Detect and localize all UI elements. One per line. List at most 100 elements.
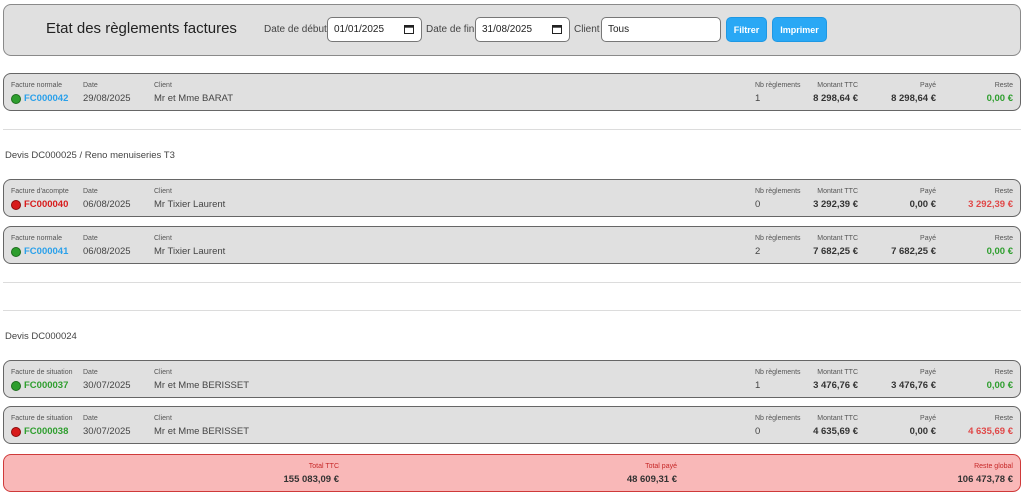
invoice-nb: 2 [755, 246, 761, 257]
invoice-number-link[interactable]: FC000038 [24, 426, 68, 437]
date-caption: Date [83, 415, 98, 422]
status-dot-unpaid [11, 200, 21, 210]
paid-caption: Payé [920, 415, 936, 422]
client-caption: Client [154, 415, 172, 422]
group-heading: Devis DC000024 [5, 331, 77, 342]
nb-caption: Nb règlements [755, 235, 801, 242]
status-dot-unpaid [11, 427, 21, 437]
invoice-type: Facture de situation [11, 369, 73, 376]
divider [3, 282, 1021, 283]
print-button[interactable]: Imprimer [772, 17, 827, 42]
calendar-icon[interactable] [552, 24, 562, 34]
invoice-date: 30/07/2025 [83, 426, 131, 437]
nb-caption: Nb règlements [755, 415, 801, 422]
invoice-number-link[interactable]: FC000041 [24, 246, 68, 257]
invoice-nb: 0 [755, 426, 761, 437]
total-ttc-caption: Total TTC [308, 463, 339, 470]
rest-caption: Reste [994, 369, 1013, 376]
total-paid-caption: Total payé [645, 463, 677, 470]
client-caption: Client [154, 235, 172, 242]
invoice-nb: 1 [755, 93, 761, 104]
client-caption: Client [154, 369, 172, 376]
nb-caption: Nb règlements [755, 82, 801, 89]
end-date-value: 31/08/2025 [482, 24, 533, 35]
rest-caption: Reste [994, 235, 1013, 242]
invoice-ttc: 8 298,64 € [813, 93, 858, 104]
total-rest-value: 106 473,78 € [957, 474, 1013, 485]
invoice-client: Mr et Mme BARAT [154, 93, 233, 104]
ttc-caption: Montant TTC [817, 82, 858, 89]
totals-bar: Total TTC 155 083,09 € Total payé 48 609… [3, 454, 1021, 492]
invoice-date: 06/08/2025 [83, 199, 131, 210]
total-ttc-value: 155 083,09 € [283, 474, 339, 485]
invoice-card[interactable]: Facture d'acompte FC000040 Date 06/08/20… [3, 179, 1021, 217]
invoice-number-link[interactable]: FC000040 [24, 199, 68, 210]
invoice-date: 30/07/2025 [83, 380, 131, 391]
paid-caption: Payé [920, 82, 936, 89]
status-dot-paid [11, 94, 21, 104]
group-heading: Devis DC000025 / Reno menuiseries T3 [5, 150, 175, 161]
divider [3, 310, 1021, 311]
nb-caption: Nb règlements [755, 369, 801, 376]
page-title: Etat des règlements factures [46, 20, 237, 37]
paid-caption: Payé [920, 369, 936, 376]
rest-caption: Reste [994, 188, 1013, 195]
client-caption: Client [154, 82, 172, 89]
divider [3, 129, 1021, 130]
date-caption: Date [83, 82, 98, 89]
invoice-card[interactable]: Facture de situation FC000038 Date 30/07… [3, 406, 1021, 444]
invoice-rest: 4 635,69 € [968, 426, 1013, 437]
ttc-caption: Montant TTC [817, 415, 858, 422]
invoice-paid: 8 298,64 € [891, 93, 936, 104]
end-date-label: Date de fin [426, 24, 475, 35]
date-caption: Date [83, 235, 98, 242]
invoice-card[interactable]: Facture normale FC000041 Date 06/08/2025… [3, 226, 1021, 264]
total-paid-value: 48 609,31 € [626, 474, 677, 485]
invoice-rest: 0,00 € [986, 93, 1013, 104]
ttc-caption: Montant TTC [817, 235, 858, 242]
filter-button[interactable]: Filtrer [726, 17, 767, 42]
rest-caption: Reste [994, 415, 1013, 422]
rest-caption: Reste [994, 82, 1013, 89]
ttc-caption: Montant TTC [817, 369, 858, 376]
total-rest-caption: Reste global [974, 463, 1013, 470]
start-date-value: 01/01/2025 [334, 24, 385, 35]
invoice-date: 29/08/2025 [83, 93, 131, 104]
date-caption: Date [83, 369, 98, 376]
invoice-ttc: 7 682,25 € [813, 246, 858, 257]
invoice-rest: 3 292,39 € [968, 199, 1013, 210]
invoice-paid: 0,00 € [909, 426, 936, 437]
invoice-ttc: 3 292,39 € [813, 199, 858, 210]
invoice-card[interactable]: Facture de situation FC000037 Date 30/07… [3, 360, 1021, 398]
status-dot-paid [11, 247, 21, 257]
status-dot-paid [11, 381, 21, 391]
ttc-caption: Montant TTC [817, 188, 858, 195]
start-date-field[interactable]: 01/01/2025 [327, 17, 422, 42]
client-input[interactable]: Tous [601, 17, 721, 42]
invoice-ttc: 3 476,76 € [813, 380, 858, 391]
invoice-client: Mr et Mme BERISSET [154, 380, 250, 391]
invoice-card[interactable]: Facture normale FC000042 Date 29/08/2025… [3, 73, 1021, 111]
client-caption: Client [154, 188, 172, 195]
date-caption: Date [83, 188, 98, 195]
paid-caption: Payé [920, 188, 936, 195]
invoice-nb: 0 [755, 199, 761, 210]
paid-caption: Payé [920, 235, 936, 242]
nb-caption: Nb règlements [755, 188, 801, 195]
filter-bar: Etat des règlements factures Date de déb… [3, 4, 1021, 56]
invoice-client: Mr Tixier Laurent [154, 199, 226, 210]
invoice-rest: 0,00 € [986, 380, 1013, 391]
invoice-type: Facture normale [11, 235, 62, 242]
end-date-field[interactable]: 31/08/2025 [475, 17, 570, 42]
start-date-label: Date de début [264, 24, 327, 35]
invoice-number-link[interactable]: FC000037 [24, 380, 68, 391]
invoice-paid: 3 476,76 € [891, 380, 936, 391]
calendar-icon[interactable] [404, 24, 414, 34]
invoice-type: Facture de situation [11, 415, 73, 422]
invoice-type: Facture normale [11, 82, 62, 89]
invoice-number-link[interactable]: FC000042 [24, 93, 68, 104]
invoice-nb: 1 [755, 380, 761, 391]
client-value: Tous [608, 24, 630, 35]
invoice-client: Mr Tixier Laurent [154, 246, 226, 257]
invoice-rest: 0,00 € [986, 246, 1013, 257]
